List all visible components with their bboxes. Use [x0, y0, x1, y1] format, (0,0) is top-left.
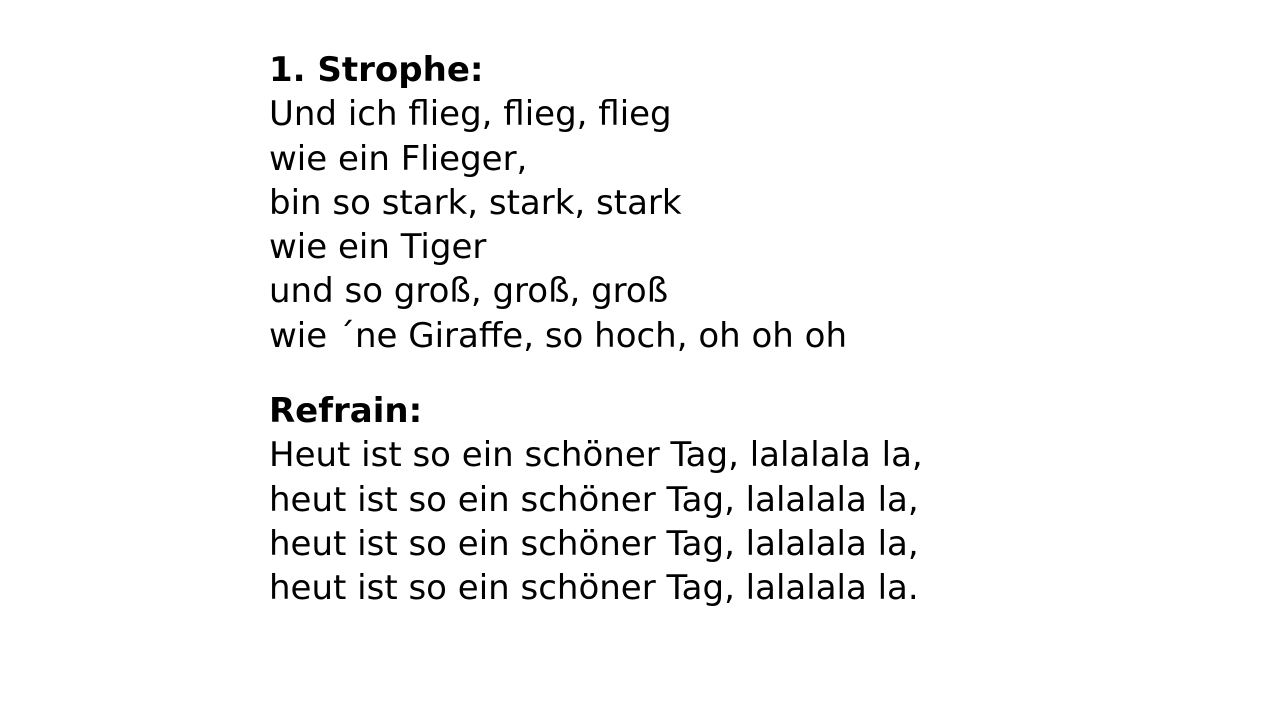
refrain-section: Refrain: Heut ist so ein schöner Tag, la… — [269, 389, 923, 610]
verse-line: und so groß, groß, groß — [269, 271, 669, 312]
verse-section: 1. Strophe: Und ich flieg, flieg, flieg … — [269, 48, 847, 358]
verse-heading: 1. Strophe: — [269, 50, 484, 90]
refrain-heading: Refrain: — [269, 391, 423, 431]
refrain-line: heut ist so ein schöner Tag, lalalala la… — [269, 568, 919, 609]
verse-line: wie ein Tiger — [269, 227, 487, 268]
verse-line: wie ´ne Giraffe, so hoch, oh oh oh — [269, 315, 848, 356]
refrain-line: heut ist so ein schöner Tag, lalalala la… — [269, 523, 919, 564]
verse-line: Und ich flieg, flieg, flieg — [269, 94, 672, 135]
verse-line: bin so stark, stark, stark — [269, 182, 682, 223]
verse-line: wie ein Flieger, — [269, 138, 528, 179]
refrain-line: Heut ist so ein schöner Tag, lalalala la… — [269, 435, 923, 476]
lyrics-slide: 1. Strophe: Und ich flieg, flieg, flieg … — [0, 0, 1280, 720]
refrain-line: heut ist so ein schöner Tag, lalalala la… — [269, 479, 919, 520]
